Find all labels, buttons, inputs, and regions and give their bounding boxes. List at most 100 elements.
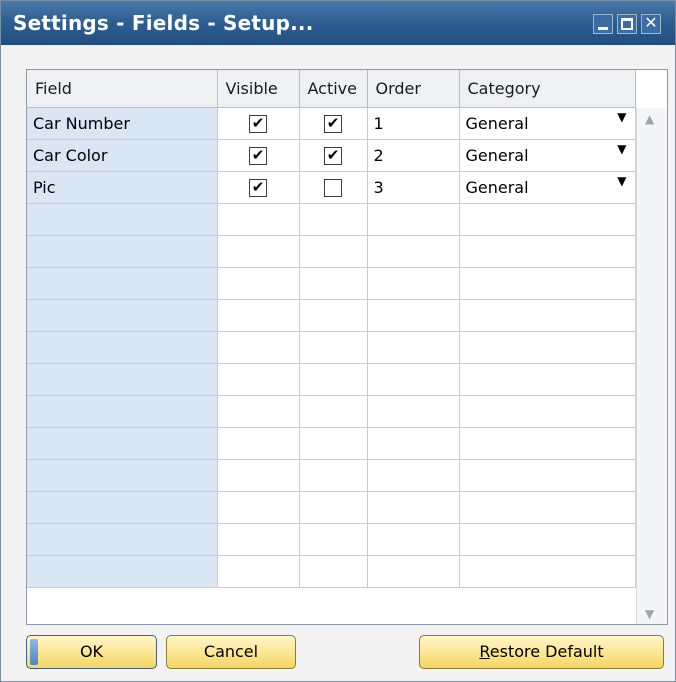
field-cell[interactable] xyxy=(27,235,218,268)
empty-cell[interactable] xyxy=(299,427,368,460)
visible-checkbox[interactable]: ✔ xyxy=(249,114,267,134)
empty-cell[interactable] xyxy=(217,235,300,268)
field-cell[interactable] xyxy=(27,267,218,300)
empty-cell[interactable] xyxy=(459,299,636,332)
table-row[interactable]: Car Number ✔ ✔ 1 General ▼ xyxy=(27,107,636,140)
visible-cell[interactable]: ✔ xyxy=(217,139,300,172)
empty-cell[interactable] xyxy=(217,299,300,332)
empty-cell[interactable] xyxy=(299,555,368,588)
empty-row[interactable] xyxy=(27,395,636,428)
empty-cell[interactable] xyxy=(299,459,368,492)
empty-cell[interactable] xyxy=(459,363,636,396)
scroll-up-icon[interactable]: ▲ xyxy=(645,112,654,126)
empty-row[interactable] xyxy=(27,331,636,364)
field-cell[interactable] xyxy=(27,427,218,460)
column-header-category[interactable]: Category xyxy=(459,70,636,108)
column-header-visible[interactable]: Visible xyxy=(217,70,300,108)
empty-cell[interactable] xyxy=(299,267,368,300)
empty-cell[interactable] xyxy=(217,459,300,492)
empty-cell[interactable] xyxy=(299,395,368,428)
empty-cell[interactable] xyxy=(367,491,460,524)
empty-cell[interactable] xyxy=(367,459,460,492)
empty-cell[interactable] xyxy=(459,523,636,556)
empty-cell[interactable] xyxy=(299,331,368,364)
empty-row[interactable] xyxy=(27,235,636,268)
field-cell[interactable] xyxy=(27,203,218,236)
chevron-down-icon[interactable]: ▼ xyxy=(617,142,626,156)
empty-cell[interactable] xyxy=(459,395,636,428)
restore-default-button[interactable]: Restore Default xyxy=(419,635,664,669)
empty-cell[interactable] xyxy=(367,523,460,556)
empty-cell[interactable] xyxy=(367,395,460,428)
field-cell[interactable] xyxy=(27,331,218,364)
empty-cell[interactable] xyxy=(367,555,460,588)
empty-cell[interactable] xyxy=(367,235,460,268)
chevron-down-icon[interactable]: ▼ xyxy=(617,110,626,124)
empty-cell[interactable] xyxy=(459,491,636,524)
empty-cell[interactable] xyxy=(217,363,300,396)
empty-cell[interactable] xyxy=(217,331,300,364)
empty-cell[interactable] xyxy=(367,299,460,332)
minimize-button[interactable] xyxy=(593,14,613,34)
close-button[interactable]: ✕ xyxy=(641,13,661,34)
visible-cell[interactable]: ✔ xyxy=(217,171,300,204)
order-cell[interactable]: 1 xyxy=(367,107,460,140)
empty-cell[interactable] xyxy=(459,235,636,268)
empty-row[interactable] xyxy=(27,491,636,524)
empty-cell[interactable] xyxy=(299,363,368,396)
vertical-scrollbar[interactable]: ▲ ▼ xyxy=(636,108,667,624)
empty-row[interactable] xyxy=(27,203,636,236)
field-cell[interactable]: Pic xyxy=(27,171,218,204)
category-dropdown[interactable]: General ▼ xyxy=(459,139,636,172)
empty-cell[interactable] xyxy=(459,267,636,300)
empty-cell[interactable] xyxy=(459,331,636,364)
empty-row[interactable] xyxy=(27,555,636,588)
field-cell[interactable] xyxy=(27,363,218,396)
empty-cell[interactable] xyxy=(459,203,636,236)
field-cell[interactable] xyxy=(27,555,218,588)
maximize-button[interactable] xyxy=(617,14,637,34)
field-cell[interactable] xyxy=(27,523,218,556)
empty-row[interactable] xyxy=(27,299,636,332)
empty-cell[interactable] xyxy=(367,331,460,364)
scroll-down-icon[interactable]: ▼ xyxy=(645,607,654,621)
empty-cell[interactable] xyxy=(217,203,300,236)
empty-row[interactable] xyxy=(27,523,636,556)
empty-row[interactable] xyxy=(27,267,636,300)
active-cell[interactable]: ✔ xyxy=(299,107,368,140)
category-dropdown[interactable]: General ▼ xyxy=(459,107,636,140)
field-cell[interactable] xyxy=(27,491,218,524)
cancel-button[interactable]: Cancel xyxy=(166,635,296,669)
active-checkbox[interactable] xyxy=(324,179,342,198)
empty-cell[interactable] xyxy=(459,459,636,492)
ok-button[interactable]: OK xyxy=(26,635,157,669)
field-cell[interactable] xyxy=(27,395,218,428)
empty-cell[interactable] xyxy=(217,555,300,588)
visible-checkbox[interactable]: ✔ xyxy=(249,146,267,166)
active-cell[interactable] xyxy=(299,171,368,204)
table-row[interactable]: Car Color ✔ ✔ 2 General ▼ xyxy=(27,139,636,172)
empty-cell[interactable] xyxy=(217,491,300,524)
active-checkbox[interactable]: ✔ xyxy=(324,146,342,166)
empty-cell[interactable] xyxy=(299,203,368,236)
empty-cell[interactable] xyxy=(459,555,636,588)
order-cell[interactable]: 3 xyxy=(367,171,460,204)
empty-cell[interactable] xyxy=(299,523,368,556)
empty-row[interactable] xyxy=(27,363,636,396)
table-row[interactable]: Pic ✔ 3 General ▼ xyxy=(27,171,636,204)
active-cell[interactable]: ✔ xyxy=(299,139,368,172)
field-cell[interactable] xyxy=(27,459,218,492)
title-bar[interactable]: Settings - Fields - Setup... ✕ xyxy=(1,1,675,45)
visible-cell[interactable]: ✔ xyxy=(217,107,300,140)
order-cell[interactable]: 2 xyxy=(367,139,460,172)
column-header-active[interactable]: Active xyxy=(299,70,368,108)
empty-cell[interactable] xyxy=(217,427,300,460)
empty-row[interactable] xyxy=(27,459,636,492)
field-cell[interactable] xyxy=(27,299,218,332)
field-cell[interactable]: Car Number xyxy=(27,107,218,140)
empty-cell[interactable] xyxy=(217,523,300,556)
empty-cell[interactable] xyxy=(367,363,460,396)
empty-cell[interactable] xyxy=(217,267,300,300)
empty-cell[interactable] xyxy=(367,203,460,236)
visible-checkbox[interactable]: ✔ xyxy=(249,178,267,198)
